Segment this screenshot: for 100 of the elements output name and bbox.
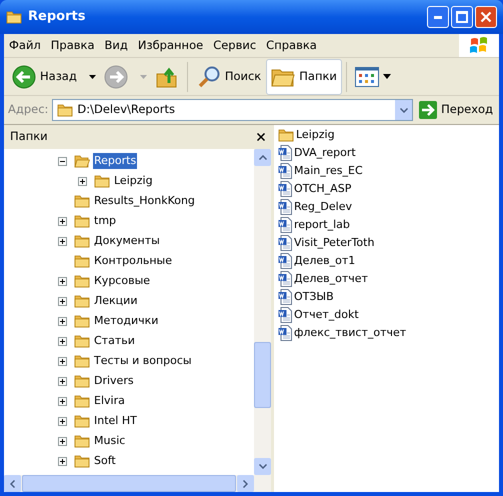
expand-icon[interactable] — [58, 296, 67, 306]
expand-icon[interactable] — [58, 236, 67, 246]
minimize-icon — [434, 16, 442, 18]
tree-item[interactable]: Soft — [58, 452, 117, 470]
tree-item[interactable]: Music — [58, 432, 126, 450]
tree-item[interactable]: Results_HonkKong — [58, 192, 196, 210]
tree-item[interactable]: Intel HT — [58, 412, 138, 430]
word-document-icon — [278, 217, 292, 233]
folder-icon — [74, 194, 90, 208]
tree-item[interactable]: Elvira — [58, 392, 126, 410]
folder-icon — [74, 354, 90, 368]
folder-icon — [74, 314, 90, 328]
file-item[interactable]: Делев_от1 — [294, 252, 356, 270]
folder-icon — [74, 274, 90, 288]
address-value: D:\Delev\Reports — [77, 101, 175, 118]
chevron-up-icon — [258, 155, 266, 160]
word-document-icon — [278, 145, 292, 161]
folder-icon — [94, 174, 110, 188]
tree-item[interactable]: Курсовые — [58, 272, 152, 290]
window-folder-icon — [6, 10, 22, 24]
expand-icon[interactable] — [58, 376, 67, 386]
go-arrow-icon — [419, 101, 438, 119]
close-icon — [480, 11, 492, 23]
tree-item[interactable]: Лекции — [58, 292, 138, 310]
folder-icon — [278, 128, 294, 142]
expand-icon[interactable] — [58, 276, 67, 286]
folder-icon — [74, 334, 90, 348]
menu-item[interactable]: Справка — [261, 36, 322, 54]
minimize-button[interactable] — [427, 6, 449, 28]
expand-icon[interactable] — [58, 316, 67, 326]
chevron-down-icon — [400, 108, 408, 112]
address-label: Адрес: — [8, 101, 48, 118]
open-folder-icon — [74, 154, 90, 168]
file-item[interactable]: report_lab — [294, 216, 350, 234]
back-button[interactable]: Назад — [12, 64, 77, 88]
tree-item[interactable]: Тесты и вопросы — [58, 352, 193, 370]
scrollbar-thumb[interactable] — [22, 475, 236, 492]
folder-icon — [74, 374, 90, 388]
close-icon[interactable] — [257, 133, 265, 141]
vertical-scrollbar[interactable] — [254, 149, 271, 475]
folder-icon — [74, 214, 90, 228]
dropdown-caret-icon[interactable] — [88, 74, 96, 78]
file-item[interactable]: Отчет_dokt — [294, 306, 359, 324]
caret-icon — [382, 74, 391, 79]
search-button[interactable]: Поиск — [192, 58, 266, 94]
word-document-icon — [278, 307, 292, 323]
folder-icon — [74, 254, 90, 268]
file-item[interactable]: Visit_PeterToth — [294, 234, 374, 252]
file-item[interactable]: Main_res_EC — [294, 162, 363, 180]
expand-icon[interactable] — [58, 456, 67, 466]
word-document-icon — [278, 325, 292, 341]
folders-button[interactable]: Папки — [266, 58, 342, 94]
views-grid-icon — [354, 66, 379, 86]
pane-title: Папки — [10, 128, 48, 146]
address-folder-icon — [57, 103, 74, 117]
word-document-icon — [278, 253, 292, 269]
expand-icon[interactable] — [58, 436, 67, 446]
word-document-icon — [278, 289, 292, 305]
menu-item[interactable]: Избранное — [132, 36, 208, 54]
expand-icon[interactable] — [58, 416, 67, 426]
word-document-icon — [278, 163, 292, 179]
file-item[interactable]: DVA_report — [294, 144, 356, 162]
tree-item[interactable]: Документы — [58, 232, 161, 250]
expand-icon[interactable] — [58, 216, 67, 226]
menu-item[interactable]: Файл — [4, 36, 46, 54]
file-item[interactable]: ОТЗЫВ — [294, 288, 334, 306]
tree-item[interactable]: Контрольные — [58, 252, 174, 270]
window-title: Reports — [28, 8, 86, 26]
folder-icon — [74, 394, 90, 408]
file-item[interactable]: Leipzig — [296, 126, 335, 144]
tree-item[interactable]: Drivers — [58, 372, 135, 390]
address-dropdown-button[interactable] — [395, 100, 412, 120]
tree-item[interactable]: tmp — [58, 212, 118, 230]
tree-item[interactable]: Статьи — [58, 332, 136, 350]
word-document-icon — [278, 271, 292, 287]
chevron-left-icon — [10, 480, 15, 488]
maximize-button[interactable] — [451, 6, 473, 28]
windows-logo-icon — [469, 36, 489, 54]
close-button[interactable] — [475, 6, 497, 28]
expand-icon[interactable] — [58, 356, 67, 366]
file-item[interactable]: флекс_твист_отчет — [294, 324, 406, 342]
tree-item[interactable]: Leipzig — [78, 172, 154, 190]
folder-icon — [74, 414, 90, 428]
collapse-icon[interactable] — [58, 156, 67, 166]
file-item[interactable]: Reg_Delev — [294, 198, 352, 216]
file-item[interactable]: OTCH_ASP — [294, 180, 352, 198]
search-icon — [196, 64, 221, 88]
expand-icon[interactable] — [58, 336, 67, 346]
tree-item[interactable]: Методички — [58, 312, 160, 330]
expand-icon[interactable] — [78, 176, 87, 186]
horizontal-scrollbar[interactable] — [4, 475, 271, 492]
go-button[interactable]: Переход — [417, 101, 495, 119]
menu-item[interactable]: Правка — [46, 36, 100, 54]
scrollbar-thumb[interactable] — [254, 342, 271, 408]
address-field[interactable]: D:\Delev\Reports — [52, 99, 414, 121]
menu-item[interactable]: Вид — [100, 36, 133, 54]
menu-item[interactable]: Сервис — [208, 36, 262, 54]
file-item[interactable]: Делев_отчет — [294, 270, 368, 288]
expand-icon[interactable] — [58, 396, 67, 406]
word-document-icon — [278, 199, 292, 215]
